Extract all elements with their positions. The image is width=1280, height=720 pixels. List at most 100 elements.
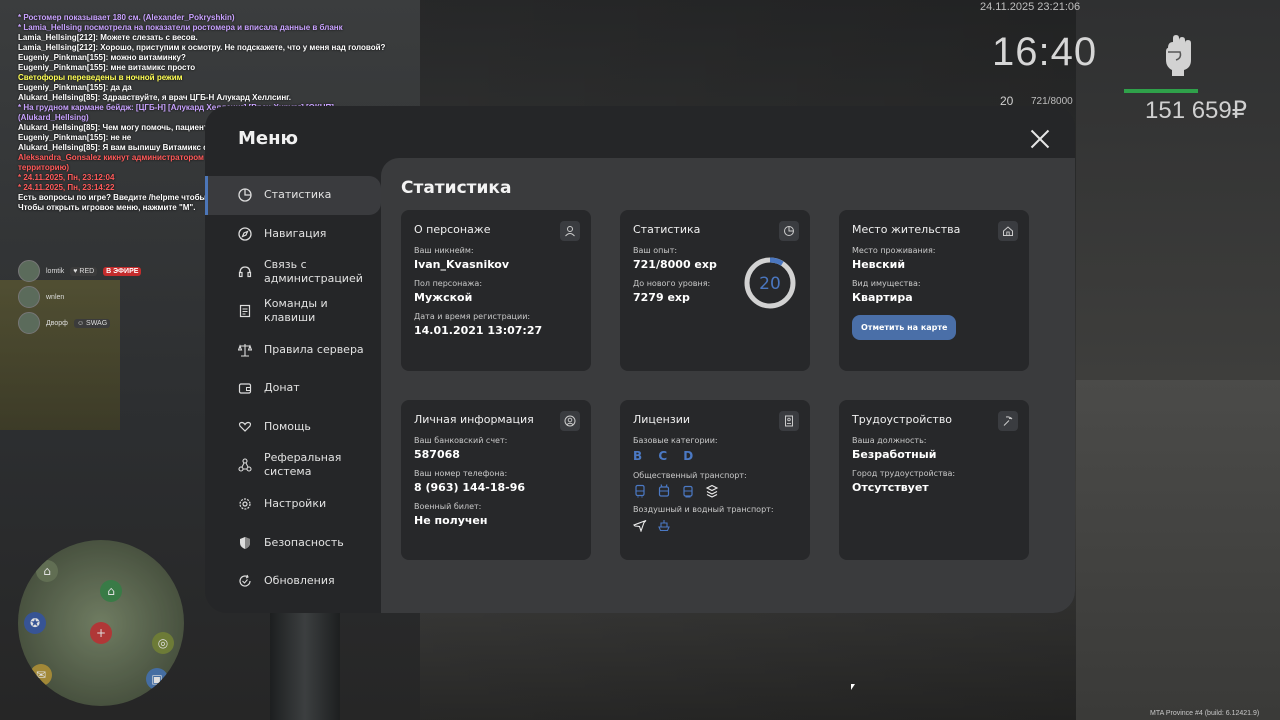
hud-clock: 16:40 bbox=[992, 30, 1098, 74]
sidebar-item-updates[interactable]: Обновления bbox=[205, 562, 381, 601]
property-type-value: Квартира bbox=[852, 291, 913, 304]
chat-icon: ✉ bbox=[30, 664, 52, 686]
sidebar-item-label: Связь с администрацией bbox=[264, 258, 363, 286]
voice-user: lomtik ♥ RED В ЭФИРЕ bbox=[18, 258, 142, 284]
exp-label: Ваш опыт: bbox=[633, 246, 678, 255]
sidebar-item-security[interactable]: Безопасность bbox=[205, 523, 381, 562]
gender-label: Пол персонажа: bbox=[414, 279, 483, 288]
sidebar-item-label: Реферальная система bbox=[264, 451, 342, 479]
base-categories-value: B C D bbox=[633, 449, 700, 463]
bank-value: 587068 bbox=[414, 448, 460, 461]
sidebar-item-donate[interactable]: Донат bbox=[205, 369, 381, 408]
live-badge: В ЭФИРЕ bbox=[103, 266, 142, 276]
mouse-cursor bbox=[851, 684, 855, 690]
chat-line: Eugeniy_Pinkman[155]: мне витамикс прост… bbox=[18, 63, 196, 72]
voice-user: Дворф ☺ SWAG bbox=[18, 310, 141, 336]
menu-title: Меню bbox=[238, 128, 299, 149]
reg-label: Дата и время регистрации: bbox=[414, 312, 531, 321]
close-button[interactable] bbox=[1028, 127, 1052, 151]
sidebar-item-label: Помощь bbox=[264, 419, 311, 433]
stats-icon bbox=[237, 187, 253, 203]
card-residence: Место жительства Место проживания: Невск… bbox=[839, 210, 1029, 371]
card-personal: Личная информация Ваш банковский счет: 5… bbox=[401, 400, 591, 560]
sidebar-item-label: Обновления bbox=[264, 574, 335, 588]
city-label: Город трудоустройства: bbox=[852, 469, 956, 478]
compass-icon bbox=[237, 226, 253, 242]
chat-line: Eugeniy_Pinkman[155]: да да bbox=[18, 83, 132, 92]
sidebar-item-statistics[interactable]: Статистика bbox=[205, 176, 381, 215]
bank-label: Ваш банковский счет: bbox=[414, 436, 508, 445]
air-water-label: Воздушный и водный транспорт: bbox=[633, 505, 774, 514]
sidebar-item-contact-admin[interactable]: Связь с администрацией bbox=[205, 253, 381, 292]
base-categories-label: Базовые категории: bbox=[633, 436, 718, 445]
voice-user-name: lomtik bbox=[46, 267, 65, 275]
bank-icon: ⌂ bbox=[36, 560, 58, 582]
background-road bbox=[1076, 380, 1280, 720]
voice-user: wnlen bbox=[18, 284, 141, 310]
avatar bbox=[18, 312, 40, 334]
place-value: Невский bbox=[852, 258, 906, 271]
avatar bbox=[18, 286, 40, 308]
sidebar-item-help[interactable]: Помощь bbox=[205, 408, 381, 447]
level-progress-ring: 20 bbox=[744, 257, 796, 309]
card-title: Личная информация bbox=[414, 413, 534, 426]
minimap: ⌂ ⌂ + ✪ ◎ ▣ ✉ bbox=[18, 540, 184, 706]
gear-icon bbox=[237, 496, 253, 512]
voice-user-badge: ☺ SWAG bbox=[73, 318, 111, 328]
card-title: Статистика bbox=[633, 223, 701, 236]
card-title: Лицензии bbox=[633, 413, 691, 426]
public-transport-label: Общественный транспорт: bbox=[633, 471, 747, 480]
build-info: MTA Province #4 (build: 6.12421.9) bbox=[1150, 710, 1260, 717]
phone-value: 8 (963) 144-18-96 bbox=[414, 481, 526, 494]
voice-user-badge: ♥ RED bbox=[70, 266, 98, 276]
sidebar-item-settings[interactable]: Настройки bbox=[205, 485, 381, 524]
home-icon bbox=[998, 221, 1018, 241]
page-title: Статистика bbox=[401, 178, 512, 198]
card-person: О персонаже Ваш никнейм: Ivan_Kvasnikov … bbox=[401, 210, 591, 371]
trolleybus-icon bbox=[657, 483, 671, 497]
metro-icon bbox=[705, 483, 719, 498]
sidebar-item-rules[interactable]: Правила сервера bbox=[205, 330, 381, 369]
card-title: О персонаже bbox=[414, 223, 491, 236]
chat-line: * Ростомер показывает 180 см. (Alexander… bbox=[18, 13, 235, 22]
position-label: Ваша должность: bbox=[852, 436, 927, 445]
hud-datetime: 24.11.2025 23:21:06 bbox=[980, 1, 1081, 13]
sidebar-item-label: Статистика bbox=[264, 188, 332, 202]
mark-on-map-button[interactable]: Отметить на карте bbox=[852, 315, 957, 340]
sidebar-item-label: Безопасность bbox=[264, 535, 344, 549]
chat-line: * Lamia_Hellsing посмотрела на показател… bbox=[18, 23, 343, 32]
sidebar-item-label: Донат bbox=[264, 381, 300, 395]
menu-window: Меню Статистика Навигация Связь с админи… bbox=[205, 106, 1075, 613]
sidebar-item-referral[interactable]: Реферальная система bbox=[205, 446, 381, 485]
shop-icon: ▣ bbox=[146, 668, 168, 690]
boat-icon bbox=[657, 517, 671, 532]
sidebar-item-label: Правила сервера bbox=[264, 342, 364, 356]
pie-chart-icon bbox=[779, 221, 799, 241]
document-icon bbox=[237, 303, 253, 319]
health-bar-fill bbox=[1124, 89, 1198, 93]
place-label: Место проживания: bbox=[852, 246, 936, 255]
chat-line: Eugeniy_Pinkman[155]: можно витаминку? bbox=[18, 53, 186, 62]
wallet-icon bbox=[237, 380, 253, 396]
property-type-label: Вид имущества: bbox=[852, 279, 921, 288]
gender-value: Мужской bbox=[414, 291, 473, 304]
voice-user-name: wnlen bbox=[46, 293, 65, 301]
sidebar-item-label: Команды и клавиши bbox=[264, 297, 328, 325]
air-water-icons bbox=[633, 517, 797, 533]
nick-label: Ваш никнейм: bbox=[414, 246, 474, 255]
military-value: Не получен bbox=[414, 514, 488, 527]
user-circle-icon bbox=[560, 411, 580, 431]
sidebar-item-commands[interactable]: Команды и клавиши bbox=[205, 292, 381, 331]
phone-label: Ваш номер телефона: bbox=[414, 469, 508, 478]
refresh-icon bbox=[237, 573, 253, 589]
sidebar-item-label: Настройки bbox=[264, 497, 327, 511]
card-stats: Статистика Ваш опыт: 721/8000 exp До нов… bbox=[620, 210, 810, 371]
sidebar-item-navigation[interactable]: Навигация bbox=[205, 215, 381, 254]
card-title: Трудоустройство bbox=[852, 413, 953, 426]
health-bar bbox=[1124, 89, 1198, 93]
heart-hands-icon bbox=[237, 419, 253, 435]
target-icon: ◎ bbox=[152, 632, 174, 654]
house-icon: ⌂ bbox=[100, 580, 122, 602]
content-panel: Статистика О персонаже Ваш никнейм: Ivan… bbox=[381, 158, 1075, 613]
hospital-icon: + bbox=[90, 622, 112, 644]
